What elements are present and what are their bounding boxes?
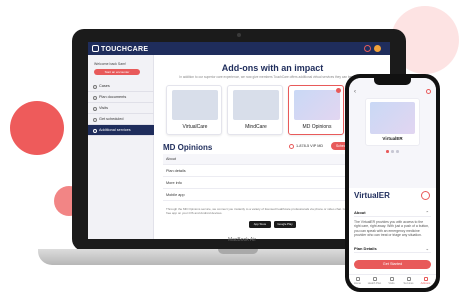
laptop-notch xyxy=(218,249,258,254)
marketing-scene: TOUCHCARE Welcome back Sam! Start an enc… xyxy=(0,0,466,295)
home-icon xyxy=(355,277,360,281)
app-store-badge[interactable]: App Store xyxy=(249,221,271,228)
virtualer-illustration xyxy=(370,102,415,134)
tab-label: Health Plan xyxy=(367,282,382,285)
phone-number[interactable]: 1-878-5 VIP MD xyxy=(289,144,324,149)
chevron-left-icon[interactable]: ‹ xyxy=(354,89,356,95)
plan-label: Plan Details xyxy=(354,246,377,251)
sidebar-item-label: Get scheduled xyxy=(99,117,124,121)
selected-check-icon xyxy=(336,88,341,93)
page-title: Add-ons with an impact xyxy=(221,63,324,73)
virtualer-card: VirtualER xyxy=(365,98,420,146)
sidebar-item-visits[interactable]: Visits xyxy=(88,103,154,114)
tab-bar: Home Health Plan Visits Services Add-ons xyxy=(349,274,436,288)
md-opinions-illustration xyxy=(294,90,340,120)
chevron-up-icon: ⌃ xyxy=(425,210,429,215)
start-encounter-button[interactable]: Start an encounter xyxy=(94,69,140,75)
phone-number-text: 1-878-5 VIP MD xyxy=(296,144,324,148)
phone-icon xyxy=(289,144,294,149)
smartphone: ‹ VirtualER VirtualER About ⌃ The Virtua… xyxy=(345,74,440,292)
add-ons-icon xyxy=(423,277,428,281)
tab-label: Services xyxy=(403,282,414,285)
notifications-icon[interactable] xyxy=(364,45,371,52)
decorative-red-circle-large xyxy=(10,101,64,155)
tab-services[interactable]: Services xyxy=(400,277,417,287)
sidebar-item-cases[interactable]: Cases xyxy=(88,81,154,92)
document-icon xyxy=(93,95,97,100)
avatar[interactable] xyxy=(374,45,381,52)
health-plan-icon xyxy=(372,277,377,281)
card-label: VirtualCare xyxy=(182,124,208,130)
sidebar-item-get-scheduled[interactable]: Get scheduled xyxy=(88,114,154,125)
calendar-icon xyxy=(93,117,97,122)
service-title: VirtualER xyxy=(354,191,390,200)
addon-card-md-opinions[interactable]: MD Opinions xyxy=(288,85,344,135)
carousel-dot-active[interactable] xyxy=(386,150,389,153)
sidebar-item-label: Visits xyxy=(99,106,109,110)
about-label: About xyxy=(354,210,366,215)
sidebar-item-label: Additional services xyxy=(99,128,131,132)
call-icon[interactable] xyxy=(421,191,430,200)
virtualcare-illustration xyxy=(172,90,218,120)
laptop-brand-label: MacBook Air xyxy=(227,237,257,243)
plan-details-header[interactable]: Plan Details ⌄ xyxy=(354,244,431,253)
phone-screen: ‹ VirtualER VirtualER About ⌃ The Virtua… xyxy=(349,78,436,288)
webcam xyxy=(237,33,241,37)
logo-text: TOUCHCARE xyxy=(101,46,149,53)
tab-label: Home xyxy=(354,282,361,285)
get-started-button[interactable]: Get Started xyxy=(354,260,431,269)
google-play-badge[interactable]: Google Play xyxy=(274,221,296,228)
logo-mark-icon xyxy=(92,45,99,52)
carousel-dot[interactable] xyxy=(396,150,399,153)
services-icon xyxy=(406,277,411,281)
card-label: VirtualER xyxy=(382,136,403,141)
card-label: MindCare xyxy=(245,124,267,130)
about-description: The VirtualER provides you with access t… xyxy=(354,220,430,238)
tab-home[interactable]: Home xyxy=(349,277,366,287)
app-header: TOUCHCARE xyxy=(88,42,390,55)
about-section-header[interactable]: About ⌃ xyxy=(354,208,431,217)
addon-card-virtualcare[interactable]: VirtualCare xyxy=(166,85,222,135)
sidebar-item-label: Cases xyxy=(99,84,110,88)
card-label: MD Opinions xyxy=(302,124,332,130)
welcome-text: Welcome back Sam! xyxy=(94,62,127,66)
tab-visits[interactable]: Visits xyxy=(383,277,400,287)
phone-hero: ‹ VirtualER xyxy=(349,78,436,188)
tab-add-ons[interactable]: Add-ons xyxy=(417,277,434,287)
phone-notch xyxy=(374,78,411,85)
sidebar-item-label: Plan documents xyxy=(99,95,127,99)
tab-label: Visits xyxy=(388,282,395,285)
sidebar-item-plan-documents[interactable]: Plan documents xyxy=(88,92,154,103)
carousel-dot[interactable] xyxy=(391,150,394,153)
mindcare-illustration xyxy=(233,90,279,120)
tab-health-plan[interactable]: Health Plan xyxy=(366,277,383,287)
sidebar-item-additional-services[interactable]: Additional services xyxy=(88,125,154,136)
carousel-dots[interactable] xyxy=(386,150,400,153)
visits-icon xyxy=(389,277,394,281)
sidebar: Welcome back Sam! Start an encounter Cas… xyxy=(88,55,154,239)
visits-icon xyxy=(93,106,97,111)
plus-icon xyxy=(93,128,97,133)
touchcare-logo[interactable]: TOUCHCARE xyxy=(92,45,148,53)
addon-card-mindcare[interactable]: MindCare xyxy=(227,85,283,135)
cases-icon xyxy=(93,84,97,89)
heart-icon[interactable] xyxy=(426,89,431,94)
tab-label: Add-ons xyxy=(420,282,431,285)
page-subtitle: In addition to our superior care experie… xyxy=(179,75,366,79)
chevron-down-icon: ⌄ xyxy=(425,246,429,251)
section-title: MD Opinions xyxy=(163,143,213,152)
